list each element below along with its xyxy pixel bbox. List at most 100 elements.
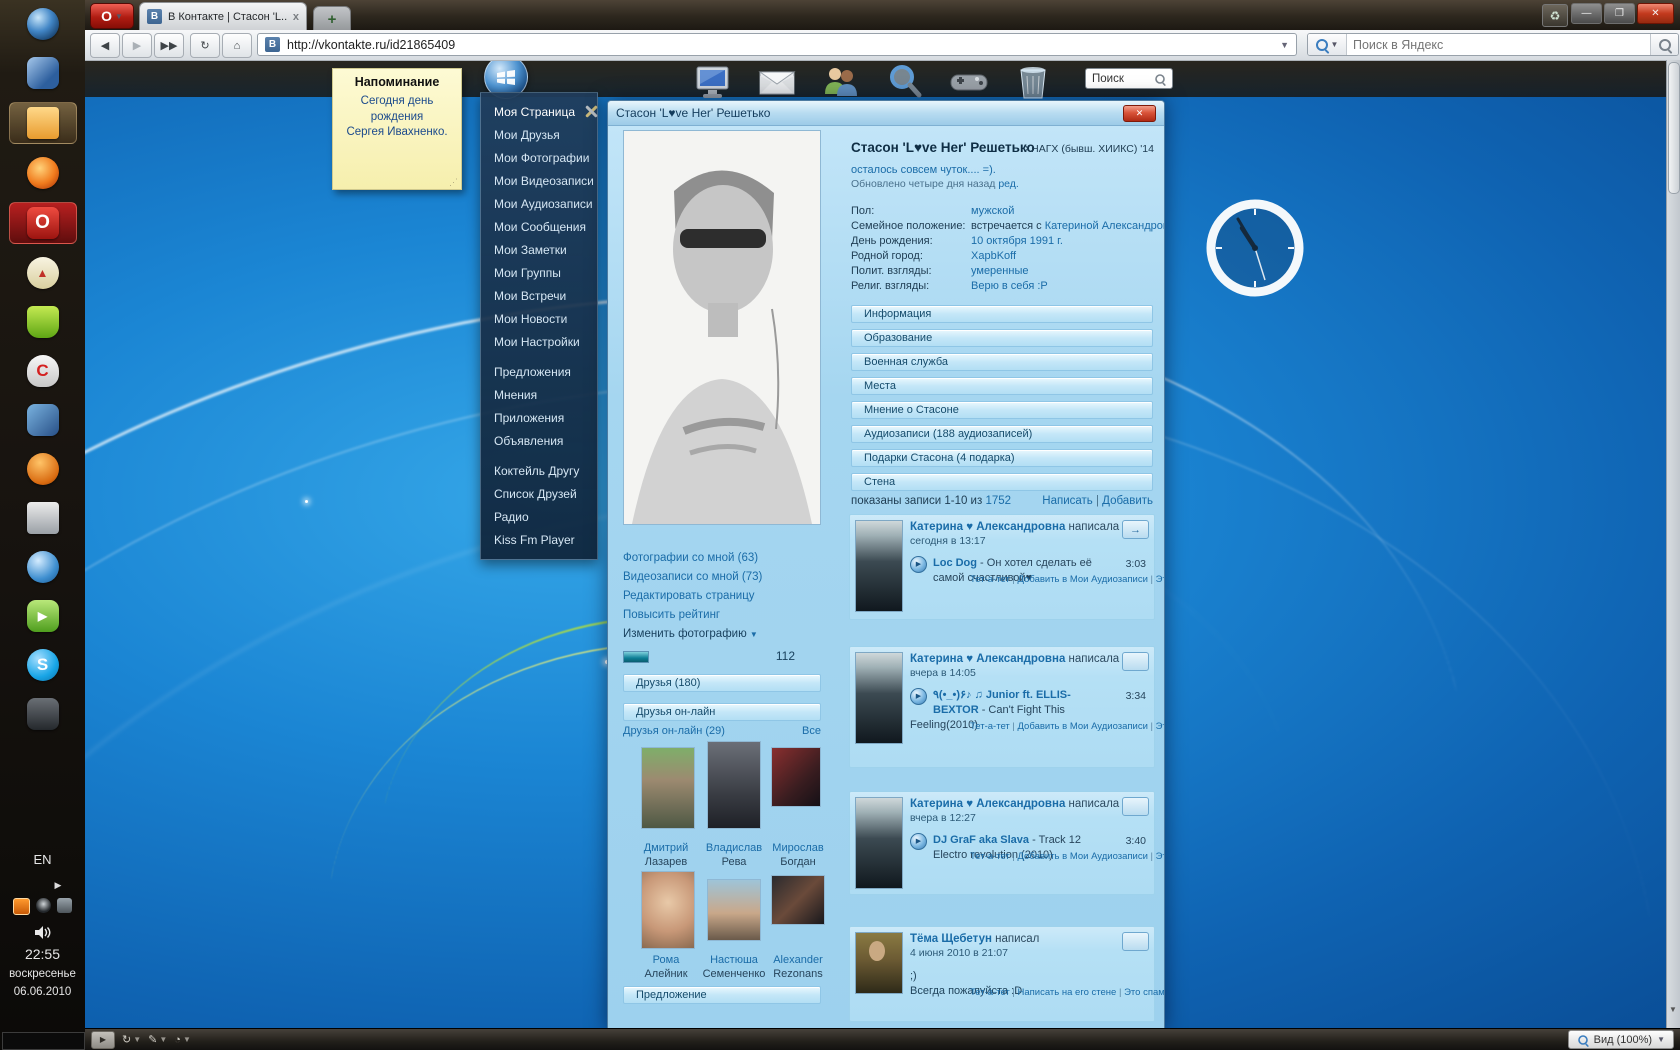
field-value-link[interactable]: Верю в себя :P (971, 280, 1048, 292)
field-value-link[interactable]: мужской (971, 205, 1014, 217)
profile-link[interactable]: Повысить рейтинг (623, 606, 823, 625)
field-value-link[interactable]: XapbKoff (971, 250, 1016, 262)
post-action-link[interactable]: Тет-а-тет (970, 721, 1010, 732)
post-avatar[interactable] (855, 520, 903, 612)
post-author-link[interactable]: Катерина ♥ Александровна (910, 798, 1065, 810)
play-icon[interactable] (910, 556, 927, 573)
vk-menu-item[interactable]: Мои Встречи (481, 285, 597, 308)
browser-tab[interactable]: В В Контакте | Стасон 'L... x (139, 2, 307, 30)
vk-menu-item[interactable]: Мнения (481, 384, 597, 407)
post-avatar[interactable] (855, 652, 903, 744)
vk-menu-item[interactable]: Предложения (481, 361, 597, 384)
friend-photo[interactable] (771, 747, 821, 807)
maximize-button[interactable]: ❐ (1604, 3, 1635, 24)
vk-menu-item[interactable]: Kiss Fm Player (481, 529, 597, 552)
search-input[interactable] (1347, 37, 1650, 52)
media-center-icon-slot[interactable] (10, 4, 76, 44)
friend-photo[interactable] (641, 747, 695, 829)
display-app-icon[interactable] (26, 698, 59, 730)
fast-forward-button[interactable]: ▶▶ (154, 33, 184, 58)
section-bar[interactable]: Информация (851, 305, 1153, 323)
panels-toggle-button[interactable]: ▶ (91, 1030, 115, 1049)
url-text[interactable]: http://vkontakte.ru/id21865409 (287, 38, 1273, 52)
vk-menu-item[interactable]: Мои Группы (481, 262, 597, 285)
display-app-icon-slot[interactable] (10, 694, 76, 734)
media-center-icon[interactable] (26, 8, 59, 40)
play-icon[interactable] (910, 688, 927, 705)
friend-first-name-link[interactable]: Рома (632, 954, 700, 966)
reload-button[interactable]: ↻ (190, 33, 220, 58)
printer-icon[interactable] (26, 502, 59, 534)
kiwi-app-icon-slot[interactable] (10, 449, 76, 489)
profile-link[interactable]: Фотографии со мной (63) (623, 549, 823, 568)
post-action-link[interactable]: Тет-а-тет (970, 987, 1010, 998)
opera-icon-slot[interactable]: O (8, 202, 77, 244)
network-tray-icon[interactable] (57, 898, 72, 913)
kiwi-app-icon[interactable] (26, 453, 59, 485)
post-author-link[interactable]: Катерина ♥ Александровна (910, 653, 1065, 665)
skype-icon-slot[interactable]: S (10, 645, 76, 685)
vk-menu-item[interactable]: Мои Друзья (481, 124, 597, 147)
vk-menu-item[interactable]: Мои Сообщения (481, 216, 597, 239)
friend-first-name-link[interactable]: Дмитрий (632, 842, 700, 854)
post-action-link[interactable]: Тет-а-тет (970, 851, 1010, 862)
friends-bar[interactable]: Друзья (180) (623, 674, 821, 692)
explorer-icon[interactable] (26, 57, 59, 89)
drink-app-icon-slot[interactable] (10, 302, 76, 342)
minimize-button[interactable]: — (1571, 3, 1602, 24)
section-bar[interactable]: Образование (851, 329, 1153, 347)
offer-bar[interactable]: Предложение (623, 986, 821, 1004)
address-dropdown-icon[interactable]: ▼ (1280, 40, 1289, 50)
kmplayer-icon-slot[interactable]: ▶ (10, 596, 76, 636)
vk-menu-item[interactable]: Мои Фотографии (481, 147, 597, 170)
friends-online-link[interactable]: Друзья он-лайн (29) (623, 725, 725, 737)
vk-menu-item[interactable]: Мои Видеозаписи (481, 170, 597, 193)
home-button[interactable]: ⌂ (222, 33, 252, 58)
post-action-link[interactable]: Добавить в Мои Аудиозаписи (1018, 851, 1148, 862)
note-resize-grip[interactable]: ⋰ (449, 177, 458, 188)
vk-menu-item[interactable]: Мои Заметки (481, 239, 597, 262)
post-author-link[interactable]: Тёма Щебетун (910, 933, 992, 945)
post-avatar[interactable] (855, 797, 903, 889)
back-button[interactable]: ◀ (90, 33, 120, 58)
play-icon[interactable] (910, 833, 927, 850)
post-action-link[interactable]: Это спам (1156, 721, 1164, 732)
scroll-down-icon[interactable]: ▼ (1669, 1005, 1677, 1014)
post-author-link[interactable]: Катерина ♥ Александровна (910, 521, 1065, 533)
printer-icon-slot[interactable] (10, 498, 76, 538)
audio-artist-link[interactable]: Loc Dog (933, 557, 977, 569)
friend-first-name-link[interactable]: Мирослав (764, 842, 832, 854)
show-desktop-button[interactable] (2, 1032, 85, 1050)
all-friends-link[interactable]: Все (802, 725, 821, 737)
new-tab-button[interactable]: + (313, 6, 351, 32)
profile-photo[interactable] (623, 130, 821, 525)
post-action-link[interactable]: Добавить в Мои Аудиозаписи (1018, 721, 1148, 732)
wall-total-link[interactable]: 1752 (985, 495, 1011, 507)
folder-icon[interactable] (26, 107, 59, 139)
skype-icon[interactable]: S (26, 649, 59, 681)
friend-photo[interactable] (771, 875, 825, 925)
friend-first-name-link[interactable]: Владислав (700, 842, 768, 854)
vk-menu-item[interactable]: Список Друзей (481, 483, 597, 506)
vk-menu-item[interactable]: Коктейль Другу (481, 460, 597, 483)
post-action-link[interactable]: Тет-а-тет (970, 574, 1010, 585)
friend-first-name-link[interactable]: Настюша (700, 954, 768, 966)
language-indicator[interactable]: EN (0, 852, 85, 867)
field-value-link[interactable]: Катериной Александровной (1045, 220, 1164, 232)
zoom-control[interactable]: Вид (100%) ▼ (1567, 1030, 1674, 1049)
closed-tabs-icon[interactable]: ♻ (1542, 4, 1568, 27)
friend-photo[interactable] (707, 879, 761, 941)
forward-button[interactable]: ▶ (122, 33, 152, 58)
search-gadget-icon[interactable] (885, 62, 925, 102)
post-avatar[interactable] (855, 932, 903, 994)
blue-app-icon-slot[interactable] (10, 400, 76, 440)
profile-link[interactable]: Редактировать страницу (623, 587, 823, 606)
analog-clock-gadget[interactable] (1203, 196, 1307, 300)
profile-affiliation[interactable]: ХНАГХ (бывш. ХИИКС) '14 (1024, 143, 1154, 155)
vk-menu-item[interactable]: Мои Новости (481, 308, 597, 331)
recycle-bin-icon[interactable] (1013, 62, 1053, 102)
section-bar[interactable]: Стена (851, 473, 1153, 491)
section-bar[interactable]: Аудиозаписи (188 аудиозаписей) (851, 425, 1153, 443)
contacts-icon[interactable] (820, 62, 860, 102)
section-bar[interactable]: Места (851, 377, 1153, 395)
